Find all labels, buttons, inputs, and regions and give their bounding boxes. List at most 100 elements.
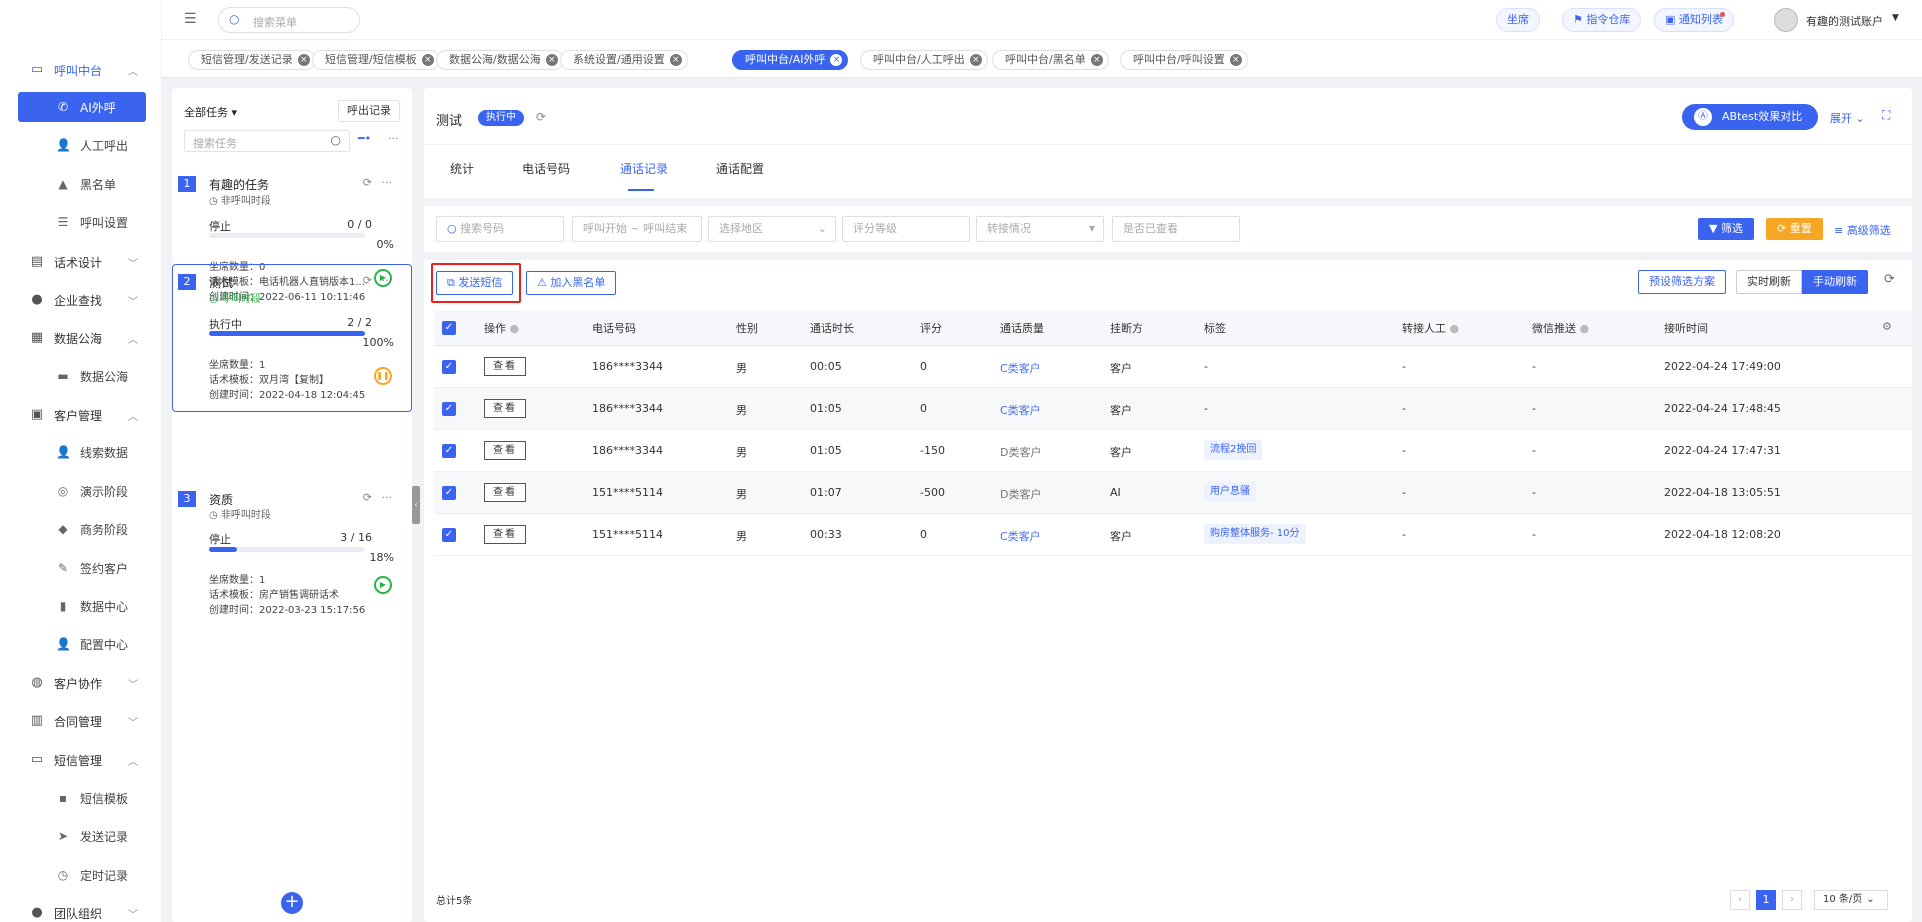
nav-group-customers[interactable]: ▣ 客户管理 ︿ [0,398,161,432]
fullscreen-icon[interactable]: ⛶ [1882,108,1890,123]
sidebar-item-leads[interactable]: 👤 线索数据 [18,437,146,467]
sidebar-item-demo-stage[interactable]: ◎ 演示阶段 [18,476,146,506]
select-all-checkbox[interactable]: ✓ [442,321,456,335]
refresh-icon[interactable]: ⟳ [1884,272,1895,287]
more-icon[interactable]: ··· [382,274,393,287]
tab-stats[interactable]: 统计 [450,160,474,177]
task-filter-dropdown[interactable]: 全部任务 ▾ [184,104,237,120]
cell-quality[interactable]: D类客户 [1000,444,1041,460]
preset-filter-button[interactable]: 预设筛选方案 [1638,270,1726,294]
call-record-button[interactable]: 呼出记录 [338,100,400,122]
close-icon[interactable]: × [1090,54,1103,66]
close-icon[interactable]: × [969,54,982,66]
expand-dropdown[interactable]: 展开 ⌄ [1830,110,1865,126]
sidebar-item-blacklist[interactable]: ▲ 黑名单 [18,169,146,199]
ab-test-button[interactable]: Ⓐ ABtest效果对比 [1682,104,1818,130]
row-checkbox[interactable]: ✓ [442,444,456,458]
menu-search-input[interactable]: ○ 搜索菜单 [218,7,360,33]
sidebar-item-config[interactable]: 👤 配置中心 [18,629,146,659]
realtime-refresh-button[interactable]: 实时刷新 [1736,270,1802,294]
close-icon[interactable]: × [669,54,682,66]
refresh-icon[interactable]: ⟳ [363,176,372,189]
cell-quality[interactable]: C类客户 [1000,402,1041,418]
row-checkbox[interactable]: ✓ [442,528,456,542]
caret-down-icon[interactable]: ▼ [1892,13,1899,23]
task-card-selected[interactable]: 2 测试 ⟳ ··· ◷ 呼叫时段 执行中 2 / 2 100% 坐席数量：1 … [172,266,412,410]
more-icon[interactable]: ··· [388,132,399,145]
nav-group-enterprise[interactable]: ● 企业查找 ﹀ [0,283,161,317]
nav-group-script[interactable]: ▤ 话术设计 ﹀ [0,245,161,279]
collapse-handle[interactable]: ‹ [412,486,420,524]
sidebar-item-ai-call[interactable]: ✆ AI外呼 [18,92,146,122]
sidebar-item-sms-template[interactable]: ▪ 短信模板 [18,783,146,813]
menu-toggle-icon[interactable]: ☰ [184,11,197,27]
call-time-range-input[interactable]: 呼叫开始 ~ 呼叫结束 [572,216,702,242]
page-tab[interactable]: 短信管理/发送记录 × [188,50,316,70]
prev-page-button[interactable]: ‹ [1730,890,1750,910]
page-tab[interactable]: 数据公海/数据公海 × [436,50,564,70]
task-search-input[interactable]: 搜索任务 ○ [184,130,350,152]
page-number[interactable]: 1 [1756,890,1776,910]
grade-select[interactable]: 评分等级 [842,216,970,242]
close-icon[interactable]: × [1229,54,1242,66]
sidebar-item-signed[interactable]: ✎ 签约客户 [18,553,146,583]
reset-button[interactable]: ⟳ 重置 [1766,218,1823,240]
seat-button[interactable]: 坐席 [1496,8,1540,32]
page-size-select[interactable]: 10 条/页 ⌄ [1814,890,1888,910]
sidebar-item-manual-call[interactable]: 👤 人工呼出 [18,130,146,160]
table-row[interactable]: ✓ 查看 151****5114 男 00:33 0 C类客户 客户 购房整体服务- 10分 - -… [434,514,1912,556]
page-tab[interactable]: 呼叫中台/呼叫设置 × [1120,50,1248,70]
nav-group-call-center[interactable]: ▭ 呼叫中台 ︿ [0,53,161,87]
table-row[interactable]: ✓ 查看 186****3344 男 00:05 0 C类客户 客户 - - - 2022-04-24… [434,346,1912,388]
refresh-icon[interactable]: ⟳ [363,274,372,287]
page-tab[interactable]: 短信管理/短信模板 × [312,50,440,70]
sort-icon[interactable]: ━• [358,132,371,145]
view-button[interactable]: 查看 [484,525,526,544]
view-button[interactable]: 查看 [484,357,526,376]
page-tab-active[interactable]: 呼叫中台/AI外呼 × [732,50,849,70]
avatar[interactable] [1774,8,1798,32]
cell-quality[interactable]: C类客户 [1000,360,1041,376]
sidebar-item-business-stage[interactable]: ◆ 商务阶段 [18,514,146,544]
row-checkbox[interactable]: ✓ [442,486,456,500]
view-button[interactable]: 查看 [484,399,526,418]
add-blacklist-button[interactable]: ⚠ 加入黑名单 [526,271,617,295]
close-icon[interactable]: × [545,54,558,66]
cell-quality[interactable]: C类客户 [1000,528,1041,544]
tab-call-records[interactable]: 通话记录 [620,160,668,177]
task-card[interactable]: 3 资质 ⟳ ··· ◷ 非呼叫时段 停止 3 / 16 18% 坐席数量：1 … [172,491,412,621]
transfer-select[interactable]: 转接情况 ▼ [976,216,1104,242]
table-row[interactable]: ✓ 查看 151****5114 男 01:07 -500 D类客户 AI 用户息骚 - - 2022… [434,472,1912,514]
tab-call-config[interactable]: 通话配置 [716,160,764,177]
notify-list-button[interactable]: ▣ 通知列表 [1654,8,1734,32]
add-task-button[interactable]: + [281,892,303,914]
manual-refresh-button[interactable]: 手动刷新 [1802,270,1868,294]
close-icon[interactable]: × [830,54,843,66]
nav-group-team[interactable]: ● 团队组织 ﹀ [0,896,161,922]
table-row[interactable]: ✓ 查看 186****3344 男 01:05 -150 D类客户 客户 流程2挽回 - - 202… [434,430,1912,472]
nav-group-contract[interactable]: ▥ 合同管理 ﹀ [0,704,161,738]
sidebar-item-timed-record[interactable]: ◷ 定时记录 [18,860,146,890]
nav-group-data-pool[interactable]: ▦ 数据公海 ︿ [0,321,161,355]
pause-icon[interactable]: ❚❚ [374,367,392,385]
filter-button[interactable]: ▼ 筛选 [1698,218,1754,240]
cell-quality[interactable]: D类客户 [1000,486,1041,502]
sidebar-item-data-center[interactable]: ▮ 数据中心 [18,591,146,621]
close-icon[interactable]: × [297,54,310,66]
more-icon[interactable]: ··· [382,491,393,504]
table-row[interactable]: ✓ 查看 186****3344 男 01:05 0 C类客户 客户 - - - 2022-04-24… [434,388,1912,430]
sidebar-item-send-record[interactable]: ➤ 发送记录 [18,821,146,851]
viewed-select[interactable]: 是否已查看 [1112,216,1240,242]
sidebar-item-call-settings[interactable]: ☰ 呼叫设置 [18,207,146,237]
nav-group-collab[interactable]: ◍ 客户协作 ﹀ [0,666,161,700]
refresh-icon[interactable]: ⟳ [363,491,372,504]
advanced-filter-button[interactable]: ≡ 高级筛选 [1834,222,1891,238]
nav-group-sms[interactable]: ▭ 短信管理 ︿ [0,743,161,777]
view-button[interactable]: 查看 [484,441,526,460]
play-icon[interactable]: ▶ [374,576,392,594]
page-tab[interactable]: 系统设置/通用设置 × [560,50,688,70]
close-icon[interactable]: × [421,54,434,66]
settings-icon[interactable]: ⚙ [1882,320,1892,333]
sidebar-item-data-pool[interactable]: ▬ 数据公海 [18,361,146,391]
page-tab[interactable]: 呼叫中台/人工呼出 × [860,50,988,70]
